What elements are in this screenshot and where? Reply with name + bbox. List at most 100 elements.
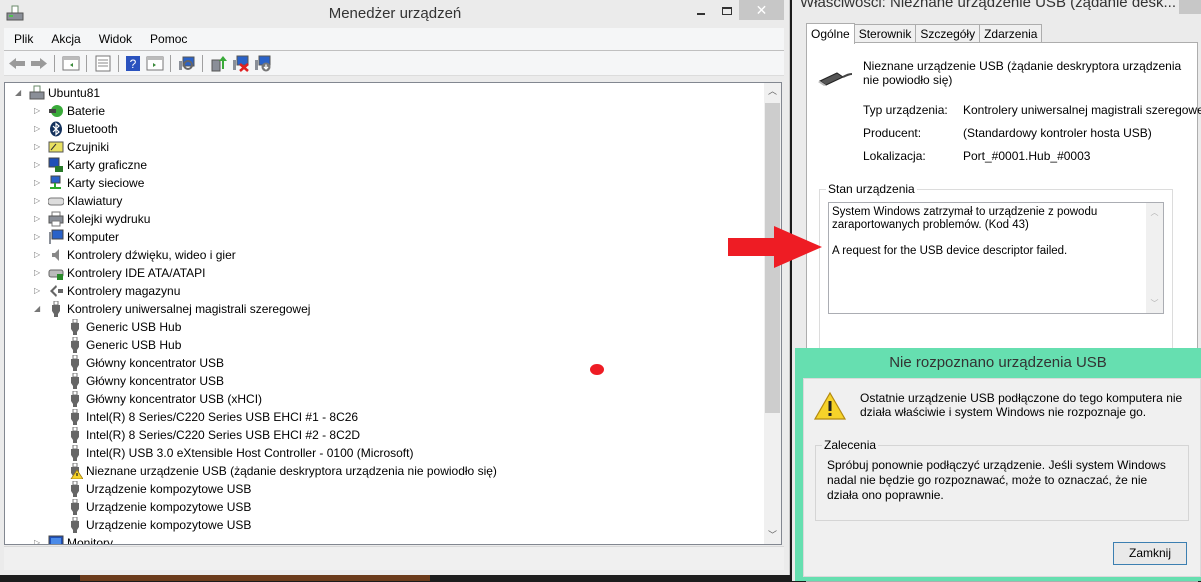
device-label: Urządzenie kompozytowe USB	[86, 518, 252, 532]
category-label: Kontrolery IDE ATA/ATAPI	[67, 266, 206, 280]
expand-arrow-icon[interactable]: ▷	[34, 282, 44, 300]
expand-arrow-icon[interactable]: ▷	[34, 120, 44, 138]
tree-item[interactable]: Generic USB Hub	[5, 318, 755, 336]
tab-szczegoly[interactable]: Szczegóły	[915, 24, 981, 43]
tree-item[interactable]: Urządzenie kompozytowe USB	[5, 498, 755, 516]
menu-widok[interactable]: Widok	[89, 28, 140, 47]
tree-item[interactable]: Generic USB Hub	[5, 336, 755, 354]
tab-ogolne[interactable]: Ogólne	[806, 23, 855, 44]
tree-item[interactable]: ▷ Karty sieciowe	[5, 174, 755, 192]
expand-arrow-icon[interactable]: ▷	[34, 228, 44, 246]
close-icon: ✕	[755, 2, 768, 18]
tree-item[interactable]: ▷ Karty graficzne	[5, 156, 755, 174]
location-label: Lokalizacja:	[863, 149, 926, 163]
expand-arrow-icon[interactable]: ▷	[34, 246, 44, 264]
tab-zdarzenia[interactable]: Zdarzenia	[979, 24, 1043, 43]
scroll-up-arrow-icon[interactable]: ︿	[764, 83, 781, 100]
device-manager-window: Menedżer urządzeń ✕ Plik Akcja Widok Pomoc …	[0, 0, 790, 575]
usb-plug-icon	[71, 427, 79, 443]
scroll-down-arrow-icon[interactable]: ﹀	[764, 527, 781, 544]
collapse-arrow-icon[interactable]: ◢	[34, 300, 44, 318]
minimize-button[interactable]	[688, 0, 714, 20]
scan-hardware-icon[interactable]	[178, 55, 196, 72]
expand-arrow-icon[interactable]: ▷	[34, 102, 44, 120]
disable-device-icon[interactable]	[254, 55, 272, 72]
expand-arrow-icon[interactable]: ▷	[34, 264, 44, 282]
device-label: Główny koncentrator USB	[86, 374, 225, 388]
expand-arrow-icon[interactable]: ▷	[34, 210, 44, 228]
device-tree[interactable]: ▷ Monitory Urządzenie kompozytowe USB Urząd…	[4, 82, 782, 545]
properties-icon[interactable]	[94, 55, 112, 72]
warning-icon	[814, 391, 846, 420]
scroll-down-arrow-icon[interactable]: ﹀	[1146, 297, 1163, 310]
menu-plik[interactable]: Plik	[4, 28, 41, 47]
tree-item[interactable]: ◢ Ubuntu81	[5, 84, 755, 102]
tree-item[interactable]: Intel(R) 8 Series/C220 Series USB EHCI #…	[5, 426, 755, 444]
properties-tabs: Ogólne Sterownik Szczegóły Zdarzenia	[806, 22, 1043, 44]
category-label: Komputer	[67, 230, 120, 244]
forward-arrow-icon[interactable]	[30, 55, 48, 72]
expand-arrow-icon[interactable]: ▷	[34, 156, 44, 174]
help-icon[interactable]: ?	[124, 55, 142, 72]
tree-item[interactable]: Intel(R) USB 3.0 eXtensible Host Control…	[5, 444, 755, 462]
expand-arrow-icon[interactable]: ▷	[34, 174, 44, 192]
tree-item[interactable]: ▷ Baterie	[5, 102, 755, 120]
properties-close-button[interactable]	[1179, 0, 1201, 14]
tree-item[interactable]: ▷ Monitory	[5, 534, 755, 544]
tree-item[interactable]: Urządzenie kompozytowe USB	[5, 480, 755, 498]
minimize-icon	[697, 12, 705, 15]
usb-plug-icon	[52, 301, 60, 317]
show-hide-console-tree-icon[interactable]	[62, 55, 80, 72]
device-label: Urządzenie kompozytowe USB	[86, 482, 252, 496]
device-status-textbox[interactable]: System Windows zatrzymał to urządzenie z…	[828, 202, 1164, 314]
tree-item[interactable]: ▷ Kolejki wydruku	[5, 210, 755, 228]
expand-arrow-icon[interactable]: ▷	[34, 138, 44, 156]
tree-item[interactable]: ▷ Kontrolery IDE ATA/ATAPI	[5, 264, 755, 282]
menu-akcja[interactable]: Akcja	[41, 28, 88, 47]
tab-sterownik[interactable]: Sterownik	[853, 24, 917, 43]
manufacturer-value: (Standardowy kontroler hosta USB)	[963, 126, 1152, 140]
collapse-arrow-icon[interactable]: ◢	[15, 84, 25, 102]
back-arrow-icon[interactable]	[8, 55, 26, 72]
category-label: Kolejki wydruku	[67, 212, 151, 226]
scroll-up-arrow-icon[interactable]: ︿	[1146, 206, 1163, 219]
network-adapter-icon	[50, 175, 61, 189]
zamknij-button[interactable]: Zamknij	[1113, 542, 1187, 565]
tree-item[interactable]: ▷ Bluetooth	[5, 120, 755, 138]
close-button[interactable]: ✕	[739, 0, 784, 20]
tree-item[interactable]: Intel(R) 8 Series/C220 Series USB EHCI #…	[5, 408, 755, 426]
tree-item[interactable]: Urządzenie kompozytowe USB	[5, 516, 755, 534]
action-pane-icon[interactable]	[146, 55, 164, 72]
properties-title: Właściwości: Nieznane urządzenie USB (żą…	[800, 0, 1177, 11]
device-label: Urządzenie kompozytowe USB	[86, 500, 252, 514]
tree-item[interactable]: ▷ Klawiatury	[5, 192, 755, 210]
maximize-button[interactable]	[714, 0, 740, 20]
device-label: Generic USB Hub	[86, 320, 182, 334]
tree-item[interactable]: ▷ Kontrolery dźwięku, wideo i gier	[5, 246, 755, 264]
vertical-scrollbar[interactable]: ︿ ﹀	[764, 83, 781, 544]
tree-item[interactable]: ▷ Kontrolery magazynu	[5, 282, 755, 300]
display-adapter-icon	[48, 157, 63, 172]
update-driver-icon[interactable]	[210, 55, 228, 72]
tree-item[interactable]: Nieznane urządzenie USB (żądanie deskryp…	[5, 462, 755, 480]
status-message: System Windows zatrzymał to urządzenie z…	[832, 206, 1098, 231]
usb-dialog-message: Ostatnie urządzenie USB podłączone do te…	[860, 391, 1183, 419]
tree-item[interactable]: ▷ Komputer	[5, 228, 755, 246]
category-label: Baterie	[67, 104, 106, 118]
tree-item[interactable]: Główny koncentrator USB	[5, 372, 755, 390]
tree-item[interactable]: ▷ Czujniki	[5, 138, 755, 156]
tree-item[interactable]: Główny koncentrator USB	[5, 354, 755, 372]
uninstall-device-icon[interactable]	[232, 55, 250, 72]
computer-icon	[49, 229, 64, 244]
expand-arrow-icon[interactable]: ▷	[34, 192, 44, 210]
tree-item[interactable]: ◢ Kontrolery uniwersalnej magistrali szer…	[5, 300, 755, 318]
usb-plug-icon	[71, 517, 79, 533]
usb-plug-icon	[71, 373, 79, 389]
tree-item[interactable]: Główny koncentrator USB (xHCI)	[5, 390, 755, 408]
usb-cable-icon	[818, 72, 853, 86]
printer-icon	[48, 211, 64, 227]
menu-pomoc[interactable]: Pomoc	[140, 28, 195, 47]
expand-arrow-icon[interactable]: ▷	[34, 534, 44, 544]
status-bar	[4, 546, 784, 570]
status-scrollbar[interactable]: ︿ ﹀	[1146, 203, 1163, 313]
